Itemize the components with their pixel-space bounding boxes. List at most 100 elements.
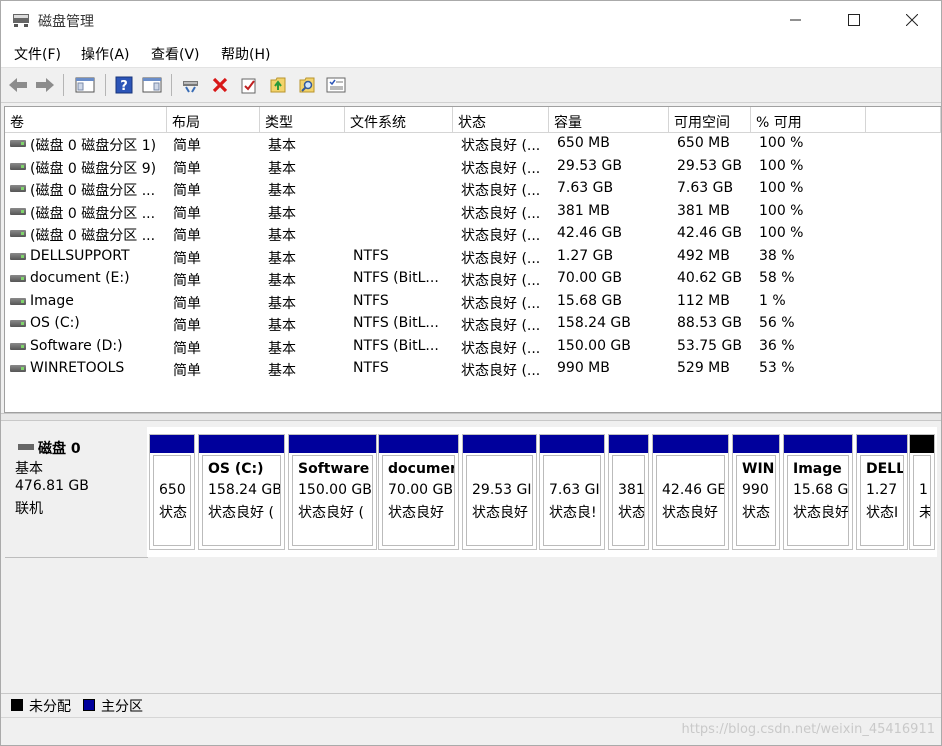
partition-type-bar xyxy=(540,435,604,453)
partition-block[interactable]: WIN 990 状态 xyxy=(732,434,780,550)
volume-row[interactable]: (磁盘 0 磁盘分区 ... 简单 基本 状态良好 (... 7.63 GB 7.63 G… xyxy=(5,178,941,200)
volume-icon xyxy=(10,230,26,237)
minimize-button[interactable] xyxy=(767,1,825,39)
check-icon xyxy=(241,78,256,94)
help-button[interactable]: ? xyxy=(114,75,134,95)
volume-icon xyxy=(10,185,26,192)
properties-pane-icon xyxy=(142,77,162,93)
column-header-layout[interactable]: 布局 xyxy=(167,107,260,133)
volume-row[interactable]: (磁盘 0 磁盘分区 ... 简单 基本 状态良好 (... 42.46 GB 42.46… xyxy=(5,223,941,245)
back-button[interactable] xyxy=(8,75,28,95)
partition-block[interactable]: 381 状态 xyxy=(608,434,649,550)
column-header-capacity[interactable]: 容量 xyxy=(549,107,669,133)
column-header-free-space[interactable]: 可用空间 xyxy=(669,107,751,133)
cell-capacity: 990 MB xyxy=(557,360,610,376)
partition-block[interactable]: DELL 1.27 状态I xyxy=(856,434,908,550)
volume-row[interactable]: DELLSUPPORT 简单 基本 NTFS 状态良好 (... 1.27 GB 492 M… xyxy=(5,246,941,268)
partition-status: 状态良好 ( xyxy=(208,505,274,521)
cell-layout: 简单 xyxy=(173,295,201,312)
cell-filesystem: NTFS (BitL... xyxy=(353,337,439,354)
cell-volume: WINRETOOLS xyxy=(30,360,125,376)
disk-kind: 基本 xyxy=(15,461,43,477)
volume-row[interactable]: WINRETOOLS 简单 基本 NTFS 状态良好 (... 990 MB 529 MB 5… xyxy=(5,358,941,380)
cell-type: 基本 xyxy=(268,363,296,379)
maximize-button[interactable] xyxy=(825,1,883,39)
cell-layout: 简单 xyxy=(173,363,201,379)
volume-row[interactable]: (磁盘 0 磁盘分区 ... 简单 基本 状态良好 (... 381 MB 381 MB 1… xyxy=(5,201,941,223)
partition-block[interactable]: Image 15.68 G 状态良好 xyxy=(783,434,853,550)
cell-percent-free: 100 % xyxy=(759,180,804,196)
partition-status: 状态 xyxy=(618,505,645,521)
action-pane-button[interactable] xyxy=(142,75,162,95)
volume-row[interactable]: document (E:) 简单 基本 NTFS (BitL... 状态良好 (... 7… xyxy=(5,268,941,290)
cell-status: 状态良好 (... xyxy=(461,205,541,222)
volume-list[interactable]: 卷 布局 类型 文件系统 状态 容量 可用空间 % 可用 (磁盘 0 磁盘分区 … xyxy=(4,106,941,413)
console-tree-button[interactable] xyxy=(75,75,95,95)
partition-body: 29.53 GI 状态良好 xyxy=(466,455,533,546)
search-button[interactable] xyxy=(297,75,317,95)
cell-free: 40.62 GB xyxy=(677,270,742,286)
partition-body: DELL 1.27 状态I xyxy=(860,455,904,546)
partition-type-bar xyxy=(609,435,648,453)
cell-status: 状态良好 (... xyxy=(461,295,541,312)
menu-action[interactable]: 操作(A) xyxy=(81,44,130,64)
volume-row[interactable]: Image 简单 基本 NTFS 状态良好 (... 15.68 GB 112 MB 1 % xyxy=(5,291,941,313)
cell-type: 基本 xyxy=(268,318,296,334)
list-view-button[interactable] xyxy=(326,75,346,95)
column-header-type[interactable]: 类型 xyxy=(260,107,345,133)
disk-0-label[interactable]: 磁盘 0 基本 476.81 GB 联机 xyxy=(5,427,148,558)
volume-row[interactable]: OS (C:) 简单 基本 NTFS (BitL... 状态良好 (... 158.24 … xyxy=(5,313,941,335)
partition-type-bar xyxy=(784,435,852,453)
volume-row[interactable]: (磁盘 0 磁盘分区 9) 简单 基本 状态良好 (... 29.53 GB 29.53 … xyxy=(5,156,941,178)
volume-icon xyxy=(10,140,26,147)
refresh-button[interactable] xyxy=(268,75,288,95)
cell-status: 状态良好 (... xyxy=(461,363,541,379)
partition-block[interactable]: 42.46 GE 状态良好 xyxy=(652,434,729,550)
cell-free: 42.46 GB xyxy=(677,225,742,241)
properties-button[interactable] xyxy=(239,75,259,95)
partition-block[interactable]: 1未 xyxy=(909,434,935,550)
partition-body: WIN 990 状态 xyxy=(736,455,776,546)
cell-free: 29.53 GB xyxy=(677,157,742,174)
cell-capacity: 7.63 GB xyxy=(557,180,614,196)
partition-block[interactable]: documer 70.00 GB 状态良好 xyxy=(378,434,459,550)
cell-capacity: 15.68 GB xyxy=(557,292,622,309)
volume-row[interactable]: Software (D:) 简单 基本 NTFS (BitL... 状态良好 (... 1… xyxy=(5,336,941,358)
forward-button[interactable] xyxy=(35,75,55,95)
partition-block[interactable]: OS (C:) 158.24 GB 状态良好 ( xyxy=(198,434,285,550)
menu-view[interactable]: 查看(V) xyxy=(151,44,200,64)
column-header-volume[interactable]: 卷 xyxy=(5,107,167,133)
partition-type-bar xyxy=(289,435,376,453)
menu-file[interactable]: 文件(F) xyxy=(14,44,61,64)
column-header-status[interactable]: 状态 xyxy=(453,107,549,133)
delete-button[interactable] xyxy=(210,75,230,95)
cell-type: 基本 xyxy=(268,250,296,267)
cell-volume: document (E:) xyxy=(30,270,130,286)
close-button[interactable] xyxy=(883,1,941,39)
partition-block[interactable]: Software 150.00 GB 状态良好 ( xyxy=(288,434,377,550)
pane-splitter[interactable] xyxy=(1,413,941,421)
partition-body: 7.63 GI 状态良! xyxy=(543,455,601,546)
cell-type: 基本 xyxy=(268,340,296,357)
window-title: 磁盘管理 xyxy=(38,14,94,30)
menu-help[interactable]: 帮助(H) xyxy=(221,44,270,64)
cell-status: 状态良好 (... xyxy=(461,160,541,177)
volume-row[interactable]: (磁盘 0 磁盘分区 1) 简单 基本 状态良好 (... 650 MB 650 MB 10… xyxy=(5,133,941,155)
cell-free: 88.53 GB xyxy=(677,315,742,331)
partition-size: 158.24 GB xyxy=(208,482,281,498)
forward-icon xyxy=(36,78,54,92)
partition-body: 650 状态 xyxy=(153,455,191,546)
volume-icon xyxy=(10,162,26,170)
cell-volume: (磁盘 0 磁盘分区 1) xyxy=(30,138,157,154)
maximize-icon xyxy=(848,14,860,26)
partition-body: documer 70.00 GB 状态良好 xyxy=(382,455,455,546)
partition-block[interactable]: 650 状态 xyxy=(149,434,195,550)
partition-block[interactable]: 7.63 GI 状态良! xyxy=(539,434,605,550)
connect-button[interactable] xyxy=(181,75,201,95)
cell-layout: 简单 xyxy=(173,273,201,289)
column-header-filesystem[interactable]: 文件系统 xyxy=(345,107,453,133)
cell-free: 650 MB xyxy=(677,135,730,151)
partition-body: 42.46 GE 状态良好 xyxy=(656,455,725,546)
partition-block[interactable]: 29.53 GI 状态良好 xyxy=(462,434,537,550)
column-header-percent-free[interactable]: % 可用 xyxy=(751,107,866,133)
